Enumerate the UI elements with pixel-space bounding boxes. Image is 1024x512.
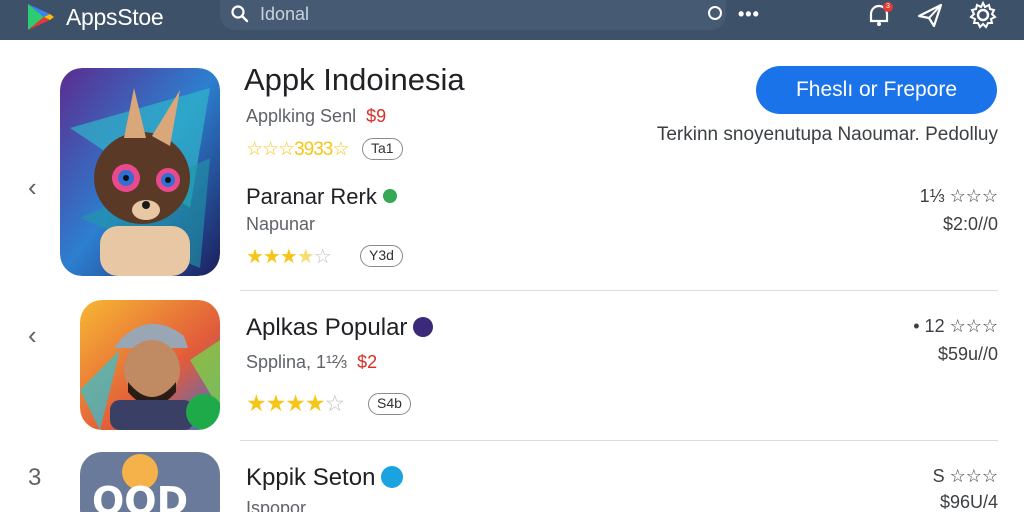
star-full-icon: ★★★★ — [246, 390, 325, 416]
app-title-text: Kppik Seton — [246, 464, 376, 491]
more-options-icon[interactable]: ••• — [738, 4, 760, 25]
app-subtitle: Napunar — [246, 214, 316, 234]
app-meta-price: $96U/4 — [939, 492, 998, 512]
app-title-text: Aplkas Popular — [246, 314, 408, 341]
notification-badge: 3 — [883, 2, 893, 12]
app-icon-game-letters[interactable]: QQD — [80, 452, 220, 512]
featured-app-subtitle: Applking Senl $9 — [246, 106, 386, 127]
app-title[interactable]: Paranar Rerk — [246, 184, 397, 210]
app-developer: Spplina, 1¹⅔ — [246, 352, 348, 372]
app-meta-rating: 1⅓ ☆☆☆ — [919, 186, 998, 206]
star-full-icon: ★★★ — [246, 246, 298, 268]
svg-text:QQD: QQD — [92, 479, 188, 512]
top-app-bar: AppsStoe Idonal ••• 3 — [0, 0, 1024, 40]
rating-stars: ★★★★☆ — [246, 244, 332, 269]
featured-age-badge: Ta1 — [362, 138, 403, 160]
voice-search-icon[interactable] — [708, 6, 722, 20]
rating-stars: ★★★★☆ — [246, 390, 345, 417]
row-chevron-left[interactable]: ‹ — [28, 172, 37, 203]
app-meta-price: $2:0//0 — [942, 214, 998, 234]
featured-developer: Applking Senl — [246, 106, 357, 126]
star-empty-icon: ☆ — [324, 390, 345, 416]
app-title[interactable]: Kppik Seton — [246, 464, 404, 492]
play-store-logo-icon[interactable] — [24, 2, 58, 32]
app-meta-price: $59u//0 — [937, 344, 998, 364]
age-badge: Y3d — [360, 245, 403, 267]
app-icon-anime-fox[interactable] — [60, 68, 220, 276]
app-store-title: AppsStoe — [66, 4, 164, 30]
row-divider — [240, 440, 998, 441]
row-divider — [240, 290, 998, 291]
search-input[interactable]: Idonal — [260, 4, 309, 25]
star-empty-icon: ☆ — [313, 246, 332, 268]
app-subtitle: Spplina, 1¹⅔ $2 — [246, 352, 377, 373]
share-icon[interactable] — [916, 2, 944, 28]
featured-promo-text: Terkinn snoyenutupa Naoumar. Pedolluy — [656, 124, 998, 145]
search-icon — [231, 5, 249, 23]
age-badge: S4b — [368, 393, 411, 415]
install-button[interactable]: Fheslı or Frepore — [756, 66, 997, 114]
verified-badge-icon — [382, 189, 397, 204]
featured-price: $9 — [366, 106, 387, 126]
app-meta-rating: • 12 ☆☆☆ — [913, 316, 998, 336]
row-chevron-left[interactable]: ‹ — [28, 320, 37, 351]
search-bar[interactable]: Idonal — [220, 0, 726, 30]
app-title-text: Paranar Rerk — [246, 184, 377, 209]
verified-badge-icon — [413, 316, 434, 337]
row-index: 3 — [28, 464, 42, 491]
app-meta-rating: S ☆☆☆ — [932, 466, 998, 486]
settings-gear-icon[interactable] — [968, 0, 998, 30]
featured-rating-stars: ☆☆☆3933☆ — [246, 139, 349, 160]
app-price: $2 — [357, 352, 378, 372]
verified-badge-icon — [381, 465, 404, 488]
app-subtitle: Ispopor — [246, 498, 307, 512]
featured-app-title[interactable]: Appk Indoinesia — [244, 62, 465, 98]
star-half-icon: ★ — [296, 246, 315, 268]
app-icon-man-cap[interactable] — [80, 300, 220, 430]
app-title[interactable]: Aplkas Popular — [246, 314, 434, 342]
